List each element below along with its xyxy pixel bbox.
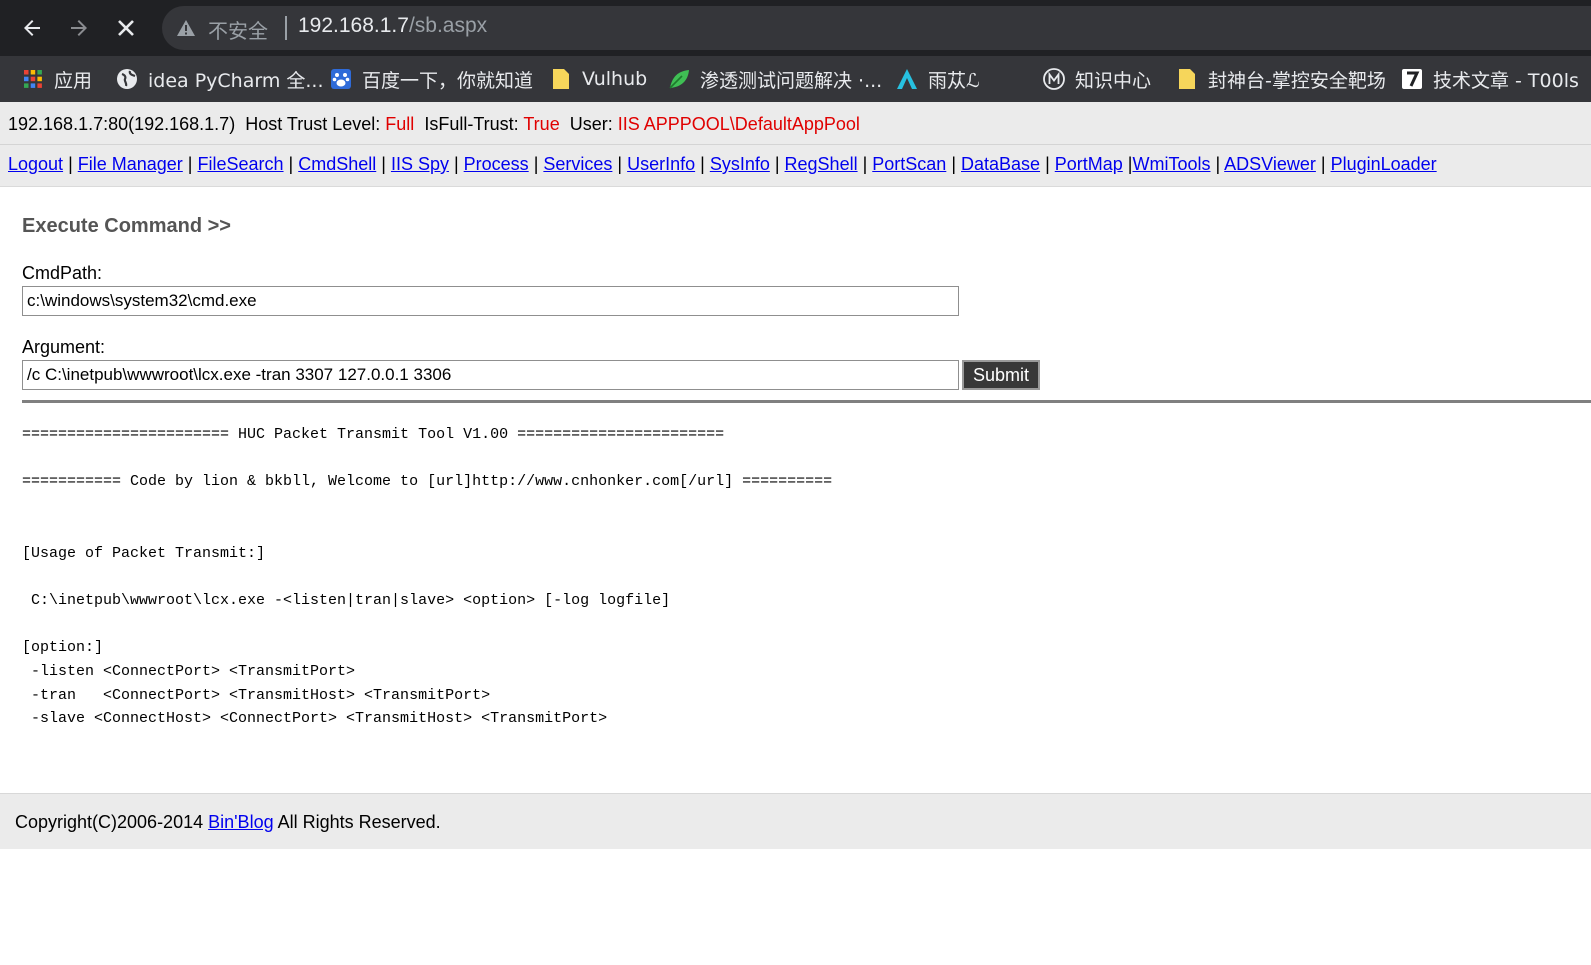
menu-pluginloader[interactable]: PluginLoader [1331,154,1437,174]
trust-level-value: Full [385,114,415,134]
bookmark-label: Vulhub [582,68,648,90]
menu-services[interactable]: Services [543,154,612,174]
stop-loading-button[interactable] [104,6,148,50]
bookmark-pycharm[interactable]: idea PyCharm 全... [116,56,324,102]
section-title: Execute Command >> [22,215,231,237]
address-bar[interactable]: 不安全 192.168.1.7/sb.aspx [162,6,1591,50]
menu-logout[interactable]: Logout [8,154,63,174]
back-button[interactable] [10,6,54,50]
cmdpath-label: CmdPath: [22,263,103,283]
cmdpath-input[interactable] [22,286,959,316]
menu-file-manager[interactable]: File Manager [78,154,183,174]
bookmark-fengshentai[interactable]: 封神台-掌控安全靶场 [1176,56,1386,102]
user-label: User: [569,114,613,134]
page-footer: Copyright(C)2006-2014 Bin'Blog All Right… [0,793,1591,849]
bookmark-vulhub[interactable]: Vulhub [550,56,647,102]
folder-icon [1176,68,1198,90]
full-trust-label: IsFull-Trust: [424,114,519,134]
apps-grid-icon [22,68,44,90]
bookmark-yucong[interactable]: 雨苁ℒ [896,56,980,102]
full-trust-value: True [523,114,560,134]
bookmark-baidu[interactable]: 百度一下，你就知道 [330,56,533,102]
close-icon [118,20,134,36]
command-output: ======================= HUC Packet Trans… [22,426,833,728]
security-label[interactable]: 不安全 [208,15,268,44]
blog-link[interactable]: Bin'Blog [208,812,273,832]
argument-input[interactable] [22,360,959,390]
menu-database[interactable]: DataBase [961,154,1040,174]
trust-level-label: Host Trust Level: [245,114,381,134]
url-path: /sb.aspx [408,14,488,37]
bookmark-label: idea PyCharm 全... [148,69,324,92]
user-value: IIS APPPOOL\DefaultAppPool [617,114,860,134]
globe-icon [116,68,138,90]
menu-userinfo[interactable]: UserInfo [627,154,695,174]
menu-file-search[interactable]: FileSearch [197,154,283,174]
forward-button[interactable] [57,6,101,50]
bookmark-label: 应用 [54,69,93,92]
forward-arrow-icon [71,20,87,36]
bookmark-knowledge[interactable]: 知识中心 [1043,56,1151,102]
url-host: 192.168.1.7 [298,14,409,37]
tool-menu: Logout | File Manager | FileSearch | Cmd… [0,145,1591,187]
address-separator [285,16,287,40]
argument-label: Argument: [22,337,106,357]
baidu-paw-icon [330,68,352,90]
command-panel: Execute Command >> CmdPath: Argument: Su… [0,187,1591,793]
bookmark-t00ls[interactable]: 技术文章 - T00ls [1401,56,1579,102]
menu-cmdshell[interactable]: CmdShell [298,154,376,174]
menu-process[interactable]: Process [464,154,529,174]
bookmark-label: 雨苁ℒ [928,69,980,92]
bookmark-label: 技术文章 - T00ls [1433,69,1579,92]
menu-regshell[interactable]: RegShell [785,154,858,174]
bookmark-label: 百度一下，你就知道 [362,69,534,92]
bookmark-label: 知识中心 [1075,69,1152,92]
submit-button[interactable]: Submit [962,360,1040,390]
arrow-a-icon [896,68,918,90]
url-text[interactable]: 192.168.1.7/sb.aspx [298,14,487,38]
bookmark-apps[interactable]: 应用 [22,56,92,102]
host-info-bar: 192.168.1.7:80(192.168.1.7) Host Trust L… [0,102,1591,145]
copyright-suffix: All Rights Reserved. [273,812,441,832]
menu-iis-spy[interactable]: IIS Spy [391,154,449,174]
leaf-icon [668,68,690,90]
menu-portmap[interactable]: PortMap [1055,154,1123,174]
browser-titlebar: 不安全 192.168.1.7/sb.aspx [0,0,1591,56]
bookmark-label: 封神台-掌控安全靶场 [1208,69,1386,92]
warning-triangle-icon [176,18,196,43]
menu-wmitools[interactable]: WmiTools [1132,154,1210,174]
folder-icon [550,68,572,90]
back-arrow-icon [24,20,40,36]
bookmarks-bar: 应用 idea PyCharm 全... 百度一下，你就知道 Vulhub 渗透… [0,56,1591,102]
m-circle-icon [1043,68,1065,90]
menu-adsviewer[interactable]: ADSViewer [1224,154,1316,174]
bookmark-pentest[interactable]: 渗透测试问题解决 ·... [668,56,882,102]
divider-rule [22,400,1591,403]
bookmark-label: 渗透测试问题解决 ·... [700,69,883,92]
seven-badge-icon [1401,68,1423,90]
menu-portscan[interactable]: PortScan [872,154,946,174]
copyright-prefix: Copyright(C)2006-2014 [15,812,209,832]
menu-sysinfo[interactable]: SysInfo [710,154,770,174]
host-address: 192.168.1.7:80(192.168.1.7) [8,114,236,134]
